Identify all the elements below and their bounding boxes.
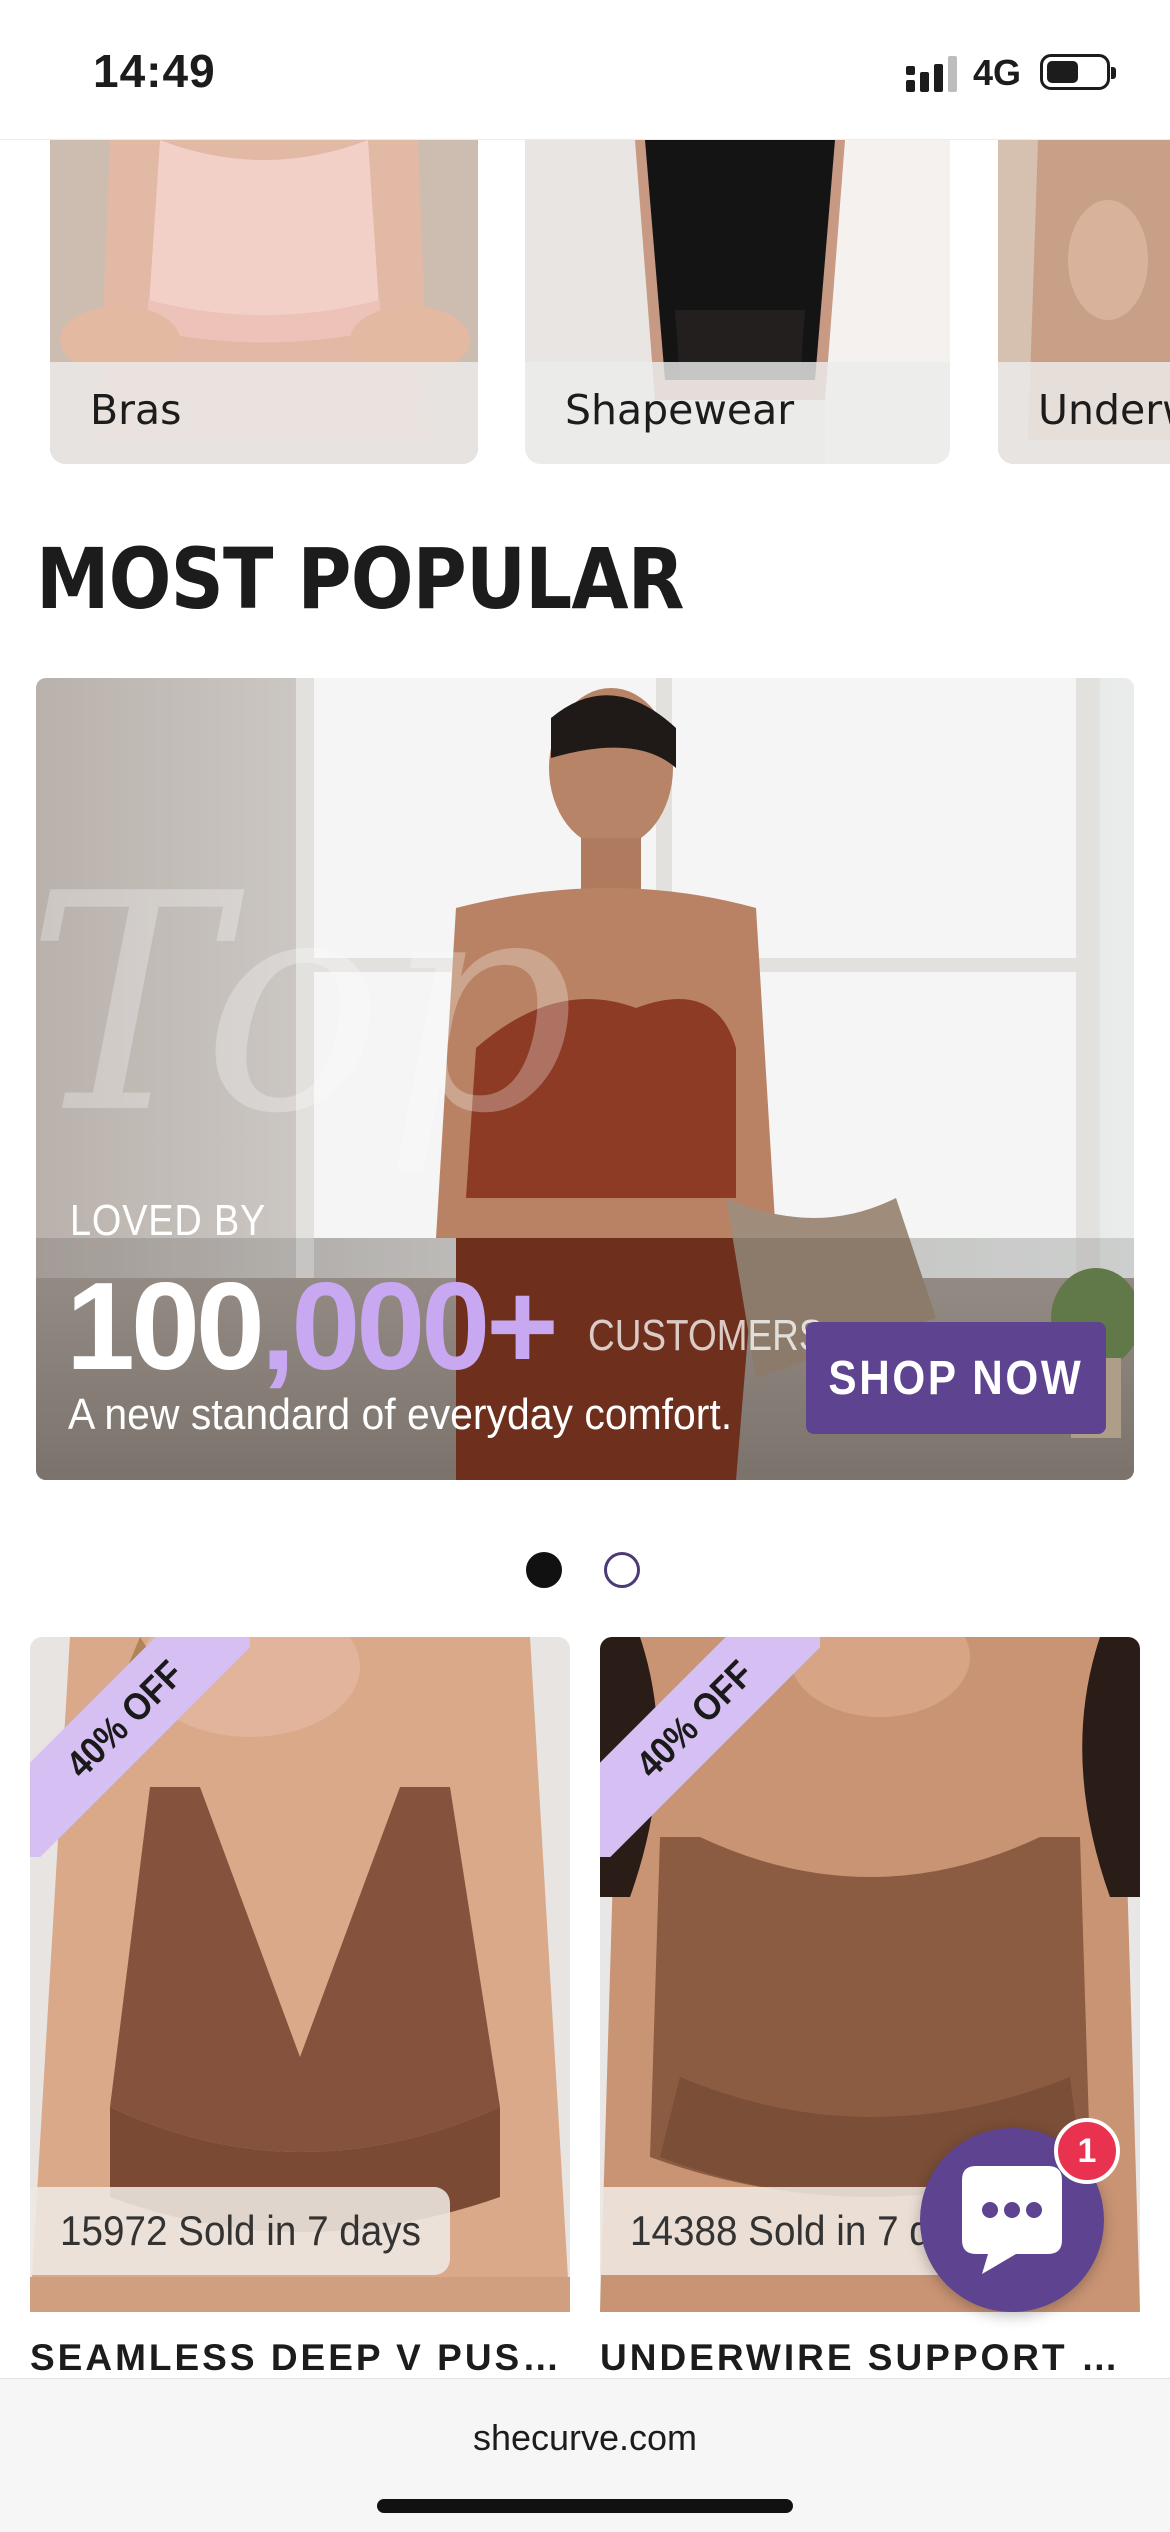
carousel-pagination [526,1552,646,1592]
discount-label: 40% OFF [58,1653,192,1787]
category-card-shapewear[interactable]: Shapewear [525,140,950,464]
banner-script-word: Top [36,830,575,1179]
network-label: 4G [973,52,1022,93]
battery-icon [1040,54,1116,90]
product-title[interactable]: UNDERWIRE SUPPORT SEAMLE… [600,2337,1140,2379]
banner-customer-count: 100,000+ [66,1258,559,1396]
carousel-dot[interactable] [604,1552,640,1588]
sold-count: 15972 Sold in 7 days [60,2207,421,2254]
product-card[interactable]: 40% OFF 15972 Sold in 7 days SEAMLESS DE… [30,1637,570,2379]
browser-bottom-bar: shecurve.com [0,2378,1170,2532]
category-carousel[interactable]: Bras Shapewear Underw [0,140,1170,465]
banner-loved-by: LOVED BY [70,1196,267,1245]
sold-count-pill: 15972 Sold in 7 days [30,2187,450,2275]
discount-label: 40% OFF [628,1653,762,1787]
status-bar: 14:49 4G [0,0,1170,140]
category-card-bras[interactable]: Bras [50,140,478,464]
section-title: MOST POPULAR [36,530,685,628]
banner-subtitle: A new standard of everyday comfort. [68,1390,733,1439]
discount-ribbon: 40% OFF [30,1637,250,1857]
category-label: Bras [90,386,182,434]
category-card-underwear[interactable]: Underw [998,140,1170,464]
product-title[interactable]: SEAMLESS DEEP V PUSH-UP … [30,2337,570,2379]
banner-customers-label: CUSTOMERS [588,1311,824,1360]
promo-banner[interactable]: Top LOVED BY 100,000+ CUSTOMERS A new st… [36,678,1134,1480]
category-label: Shapewear [565,386,795,434]
url-bar[interactable]: shecurve.com [0,2417,1170,2459]
status-time: 14:49 [93,45,216,97]
discount-ribbon: 40% OFF [600,1637,820,1857]
shop-now-button[interactable]: SHOP NOW [806,1322,1106,1434]
chat-notification-badge: 1 [1054,2118,1120,2184]
home-indicator[interactable] [377,2499,793,2513]
signal-icon [906,56,957,92]
carousel-dot-active[interactable] [526,1552,562,1588]
category-label: Underw [1038,386,1170,434]
